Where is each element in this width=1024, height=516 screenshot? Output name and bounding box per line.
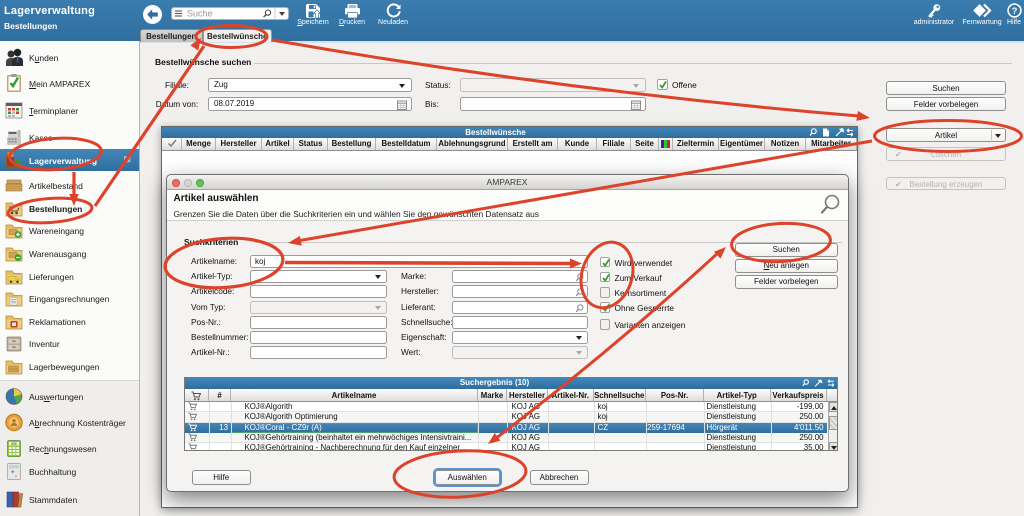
- svg-text:?: ?: [1011, 6, 1017, 17]
- svg-text:Suche: Suche: [187, 8, 213, 18]
- svg-text:-: -: [15, 474, 17, 480]
- svg-text:888: 888: [11, 442, 17, 446]
